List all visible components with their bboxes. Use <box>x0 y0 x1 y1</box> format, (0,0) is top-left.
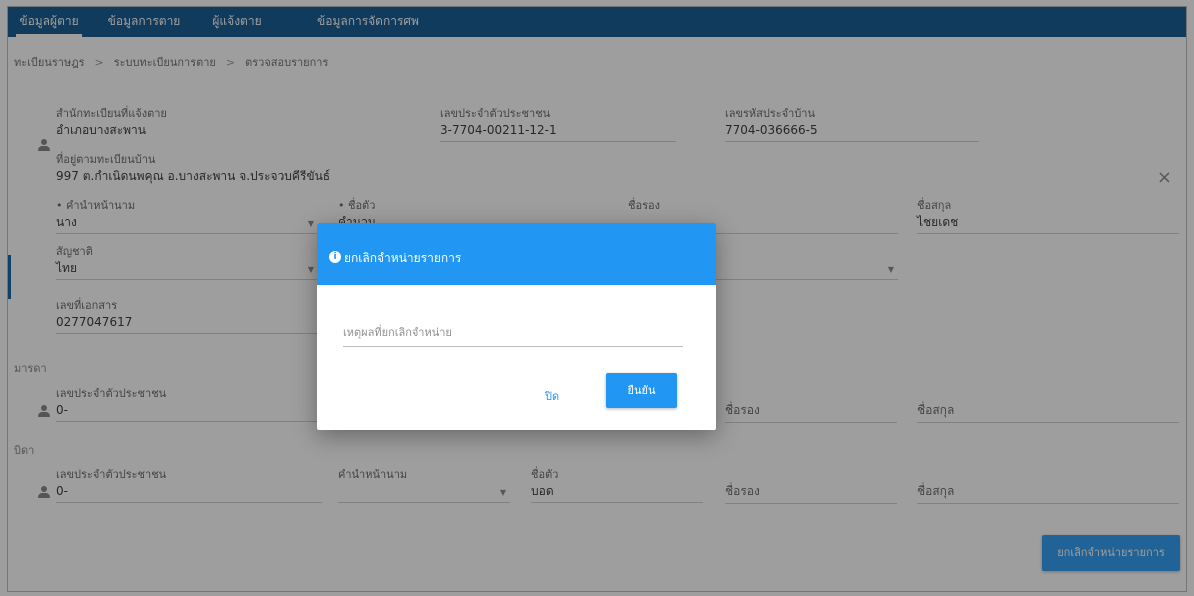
info-icon: i <box>329 251 341 263</box>
cancel-disposal-dialog: i ยกเลิกจำหน่ายรายการ ปิด ยืนยัน <box>317 223 716 430</box>
confirm-button[interactable]: ยืนยัน <box>606 373 677 408</box>
close-button[interactable]: ปิด <box>545 387 559 405</box>
dialog-title: ยกเลิกจำหน่ายรายการ <box>344 251 462 265</box>
dialog-header: i ยกเลิกจำหน่ายรายการ <box>317 223 716 285</box>
cancel-reason-input[interactable] <box>343 319 683 347</box>
